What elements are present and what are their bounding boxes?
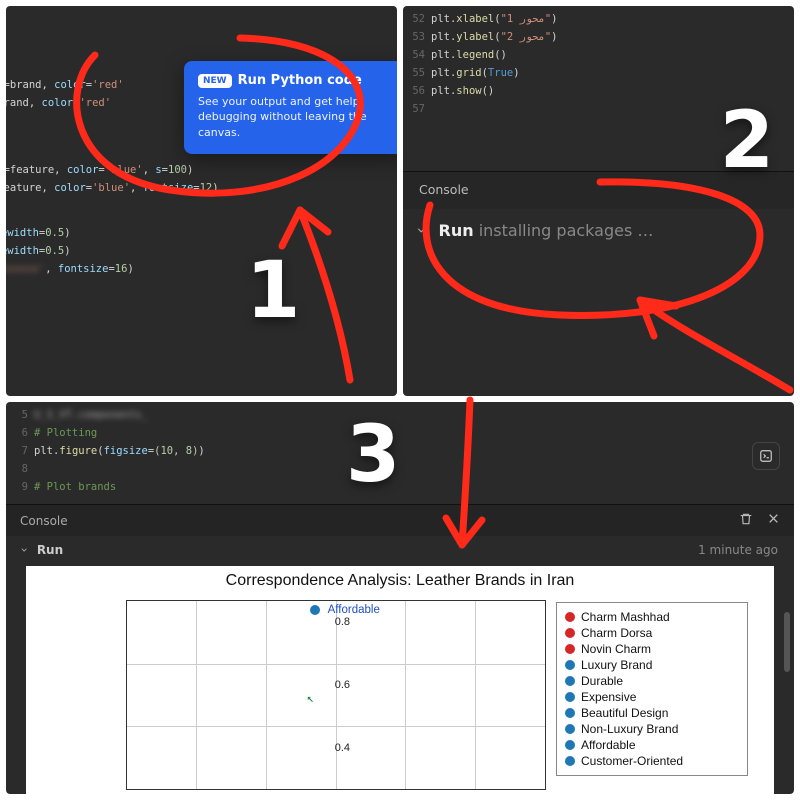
ytick: 0.8: [335, 616, 350, 628]
code-kw: color: [67, 161, 99, 179]
tooltip-subtitle: See your output and get help debugging w…: [198, 94, 391, 140]
code-block: , 1], label=brand, color='red' ds[i, 1],…: [6, 76, 124, 112]
run-label: Run: [37, 543, 63, 557]
console-header[interactable]: Console: [20, 514, 68, 528]
legend-item: Non-Luxury Brand: [581, 721, 678, 737]
code-var: brand: [6, 94, 29, 112]
code-str: 'blue': [92, 179, 130, 197]
code-num: 0.5: [45, 224, 64, 242]
code-var: feature: [10, 161, 54, 179]
code-kw: color: [54, 179, 86, 197]
new-badge: NEW: [198, 74, 232, 88]
code-var: brand: [10, 76, 42, 94]
output-toolbar: [746, 442, 780, 470]
plot-axes: Affordable ↖: [126, 600, 546, 790]
legend-item: Charm Dorsa: [581, 625, 652, 641]
panel-2-editor: 52plt.xlabel("محور 1") 53plt.ylabel("محو…: [403, 6, 794, 396]
scrollbar[interactable]: [784, 612, 790, 672]
ytick: 0.6: [335, 679, 350, 691]
code-num: 0.5: [45, 242, 64, 260]
code-num: 100: [168, 161, 187, 179]
legend-item: Customer-Oriented: [581, 753, 683, 769]
close-icon[interactable]: [767, 512, 780, 529]
code-kw: fontsize: [58, 260, 109, 278]
step-number-3: 3: [346, 410, 400, 500]
run-code-tooltip[interactable]: NEW Run Python code See your output and g…: [184, 61, 397, 154]
line-num: 5: [6, 406, 34, 424]
plot-title: Correspondence Analysis: Leather Brands …: [26, 566, 774, 590]
cursor-icon: ↖: [307, 691, 314, 705]
line-num: 57: [403, 100, 431, 118]
line-num: 8: [6, 460, 34, 478]
line-num: 56: [403, 82, 431, 100]
line-num: 9: [6, 478, 34, 496]
line-num: 54: [403, 46, 431, 64]
legend-item: Affordable: [581, 737, 636, 753]
code-kw: color: [54, 76, 86, 94]
line-num: 6: [6, 424, 34, 442]
code-num: 16: [115, 260, 128, 278]
code-block: 5U_S_VT.components_ 6# Plotting 7plt.fig…: [6, 406, 205, 496]
code-kw: color: [42, 94, 74, 112]
legend-item: Durable: [581, 673, 623, 689]
step-number-1: 1: [246, 246, 300, 336]
line-num: 53: [403, 28, 431, 46]
plot-legend: Charm Mashhad Charm Dorsa Novin Charm Lu…: [556, 602, 748, 776]
run-status: installing packages …: [479, 221, 654, 240]
run-timestamp: 1 minute ago: [698, 543, 778, 557]
plot-output: Correspondence Analysis: Leather Brands …: [26, 566, 774, 794]
panel-3-output: 5U_S_VT.components_ 6# Plotting 7plt.fig…: [6, 402, 794, 794]
legend-item: Expensive: [581, 689, 636, 705]
chevron-down-icon[interactable]: ›: [17, 548, 31, 553]
code-str: 'red': [79, 94, 111, 112]
line-num: 52: [403, 10, 431, 28]
code-num: 12: [200, 179, 213, 197]
legend-item: Novin Charm: [581, 641, 651, 657]
code-block: , 1], label=feature, color='blue', s=100…: [6, 161, 219, 197]
trash-icon[interactable]: [739, 512, 753, 529]
legend-item: Beautiful Design: [581, 705, 668, 721]
code-block: linewidth=0.5) linewidth=0.5) 'xxxxxxxx'…: [6, 224, 134, 278]
code-kw: fontsize: [143, 179, 194, 197]
console-output: › Run installing packages …: [403, 211, 794, 250]
code-kw: linewidth: [6, 242, 39, 260]
legend-item: Charm Mashhad: [581, 609, 670, 625]
line-num: 55: [403, 64, 431, 82]
console-header[interactable]: Console: [403, 171, 794, 209]
code-kw: linewidth: [6, 224, 39, 242]
code-var: feature: [6, 179, 42, 197]
chevron-down-icon[interactable]: ›: [413, 227, 432, 233]
code-str: 'red': [92, 76, 124, 94]
ytick: 0.4: [335, 742, 350, 754]
data-point-label: Affordable: [328, 604, 380, 616]
line-num: 7: [6, 442, 34, 460]
panel-1-editor: , 1], label=brand, color='red' ds[i, 1],…: [6, 6, 397, 396]
data-point-affordable: [310, 605, 320, 615]
console-icon[interactable]: [752, 442, 780, 470]
run-label: Run: [439, 221, 474, 240]
legend-item: Luxury Brand: [581, 657, 652, 673]
code-block: 52plt.xlabel("محور 1") 53plt.ylabel("محو…: [403, 10, 557, 118]
tooltip-title: Run Python code: [238, 73, 362, 88]
code-str: 'blue': [105, 161, 143, 179]
